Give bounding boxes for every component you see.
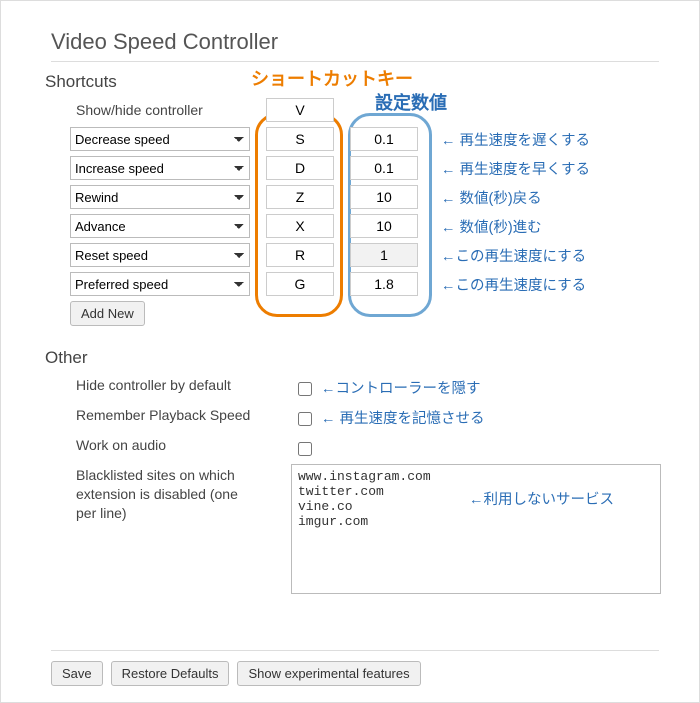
row-note: ← 再生速度を遅くする bbox=[441, 129, 590, 150]
showhide-key-input[interactable] bbox=[266, 98, 334, 122]
value-input[interactable] bbox=[350, 272, 418, 296]
blacklist-note: ←利用しないサービス bbox=[469, 488, 614, 509]
key-input[interactable] bbox=[266, 127, 334, 151]
row-note: ← 再生速度を早くする bbox=[441, 158, 590, 179]
shortcut-row: Rewind ← 数値(秒)戻る bbox=[51, 183, 659, 212]
footer: Save Restore Defaults Show experimental … bbox=[51, 661, 659, 686]
show-experimental-button[interactable]: Show experimental features bbox=[237, 661, 420, 686]
save-button[interactable]: Save bbox=[51, 661, 103, 686]
action-select[interactable]: Preferred speed bbox=[70, 272, 250, 296]
action-select[interactable]: Reset speed bbox=[70, 243, 250, 267]
annotation-shortcut-key: ショートカットキー bbox=[251, 65, 413, 91]
shortcut-row: Advance ← 数値(秒)進む bbox=[51, 212, 659, 241]
shortcuts-section: Show/hide controller Decrease speed ← 再生… bbox=[51, 96, 659, 326]
key-input[interactable] bbox=[266, 243, 334, 267]
key-input[interactable] bbox=[266, 272, 334, 296]
blacklist-label: Blacklisted sites on which extension is … bbox=[76, 466, 256, 523]
shortcut-row: Reset speed ←この再生速度にする bbox=[51, 241, 659, 270]
action-select[interactable]: Decrease speed bbox=[70, 127, 250, 151]
value-input[interactable] bbox=[350, 214, 418, 238]
restore-defaults-button[interactable]: Restore Defaults bbox=[111, 661, 230, 686]
key-input[interactable] bbox=[266, 214, 334, 238]
showhide-label: Show/hide controller bbox=[76, 102, 203, 118]
row-note: ← 数値(秒)進む bbox=[441, 216, 542, 237]
remember-playback-note: ← 再生速度を記憶させる bbox=[321, 407, 485, 428]
divider bbox=[51, 61, 659, 62]
work-on-audio-row: Work on audio bbox=[51, 432, 659, 462]
hide-controller-label: Hide controller by default bbox=[76, 377, 231, 393]
work-on-audio-checkbox[interactable] bbox=[298, 442, 312, 456]
blacklist-row: Blacklisted sites on which extension is … bbox=[51, 462, 659, 592]
value-input[interactable] bbox=[350, 156, 418, 180]
shortcut-row: Preferred speed ←この再生速度にする bbox=[51, 270, 659, 299]
row-note: ←この再生速度にする bbox=[441, 274, 586, 295]
hide-controller-row: Hide controller by default ←コントローラーを隠す bbox=[51, 372, 659, 402]
divider bbox=[51, 650, 659, 651]
shortcut-row: Decrease speed ← 再生速度を遅くする bbox=[51, 125, 659, 154]
row-note: ← 数値(秒)戻る bbox=[441, 187, 542, 208]
add-new-button[interactable]: Add New bbox=[70, 301, 145, 326]
key-input[interactable] bbox=[266, 185, 334, 209]
hide-controller-note: ←コントローラーを隠す bbox=[321, 377, 481, 398]
value-input[interactable] bbox=[350, 243, 418, 267]
other-section: Hide controller by default ←コントローラーを隠す R… bbox=[51, 372, 659, 592]
hide-controller-checkbox[interactable] bbox=[298, 382, 312, 396]
value-input[interactable] bbox=[350, 185, 418, 209]
shortcut-row-showhide: Show/hide controller bbox=[51, 96, 659, 125]
blacklist-textarea[interactable] bbox=[291, 464, 661, 594]
shortcut-row: Increase speed ← 再生速度を早くする bbox=[51, 154, 659, 183]
value-input[interactable] bbox=[350, 127, 418, 151]
remember-playback-label: Remember Playback Speed bbox=[76, 407, 250, 423]
page-title: Video Speed Controller bbox=[51, 29, 659, 55]
remember-playback-checkbox[interactable] bbox=[298, 412, 312, 426]
row-note: ←この再生速度にする bbox=[441, 245, 586, 266]
remember-playback-row: Remember Playback Speed ← 再生速度を記憶させる bbox=[51, 402, 659, 432]
action-select[interactable]: Advance bbox=[70, 214, 250, 238]
action-select[interactable]: Rewind bbox=[70, 185, 250, 209]
key-input[interactable] bbox=[266, 156, 334, 180]
other-heading: Other bbox=[45, 348, 659, 368]
action-select[interactable]: Increase speed bbox=[70, 156, 250, 180]
work-on-audio-label: Work on audio bbox=[76, 437, 166, 453]
